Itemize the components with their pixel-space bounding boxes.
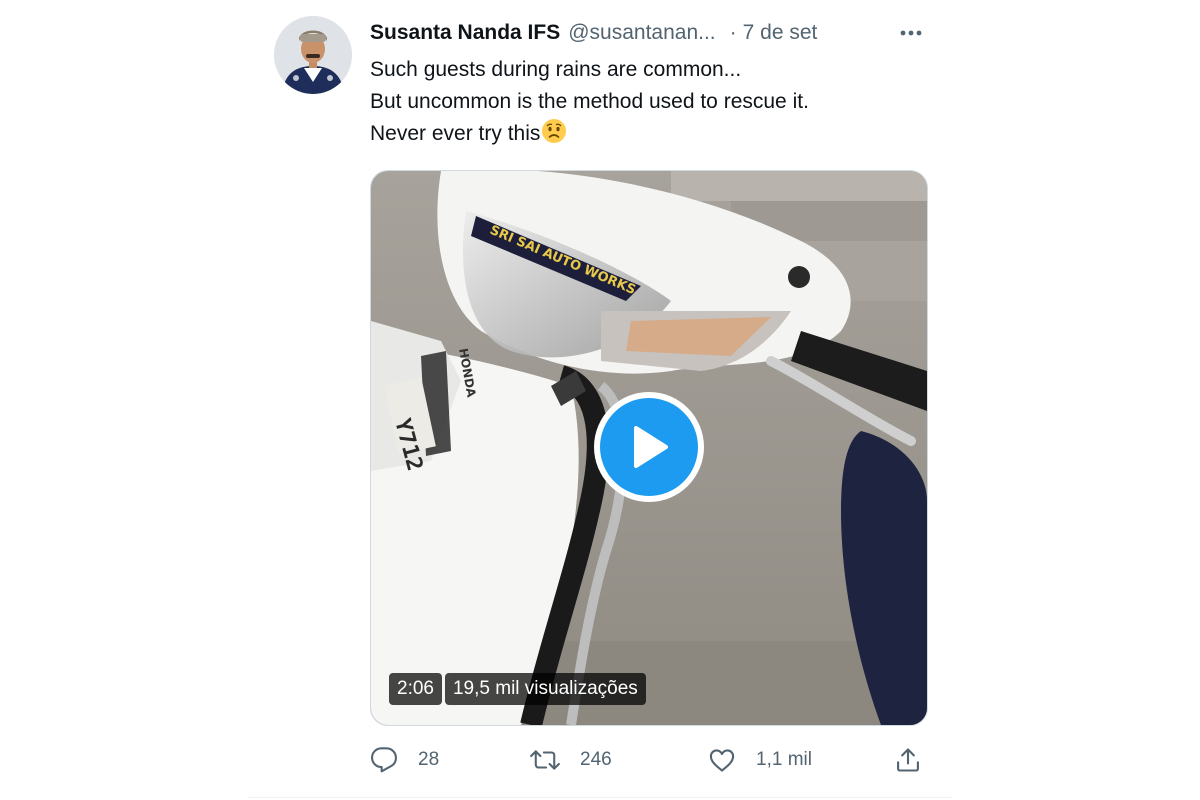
tweet[interactable]: Susanta Nanda IFS @susantanan... · 7 de … <box>248 0 952 798</box>
tweet-text: Such guests during rains are common... B… <box>370 54 930 154</box>
tweet-text-line: Such guests during rains are common... <box>370 58 742 81</box>
like-icon <box>708 746 736 774</box>
worried-face-emoji <box>541 118 567 154</box>
avatar[interactable] <box>274 16 352 94</box>
like-button[interactable]: 1,1 mil <box>708 742 812 778</box>
tweet-header: Susanta Nanda IFS @susantanan... · 7 de … <box>370 18 930 48</box>
video-player[interactable]: SRI SAI AUTO WORKS Y712 HONDA 2:06 19,5 … <box>370 170 928 726</box>
play-button[interactable] <box>594 392 704 502</box>
like-count: 1,1 mil <box>756 749 812 770</box>
video-badges: 2:06 19,5 mil visualizações <box>389 673 646 705</box>
reply-button[interactable]: 28 <box>370 742 439 778</box>
display-name[interactable]: Susanta Nanda IFS <box>370 21 560 45</box>
more-icon[interactable] <box>896 18 926 48</box>
video-views: 19,5 mil visualizações <box>444 673 646 705</box>
share-icon <box>894 746 922 774</box>
handle[interactable]: @susantanan... <box>568 21 715 45</box>
retweet-count: 246 <box>580 749 612 770</box>
retweet-icon <box>530 746 560 774</box>
play-icon <box>600 398 698 496</box>
video-duration: 2:06 <box>389 673 442 705</box>
tweet-text-line: But uncommon is the method used to rescu… <box>370 90 809 113</box>
tweet-date[interactable]: 7 de set <box>743 21 818 45</box>
reply-icon <box>370 746 398 774</box>
reply-count: 28 <box>418 749 440 770</box>
retweet-button[interactable]: 246 <box>530 742 612 778</box>
separator-dot: · <box>729 21 737 44</box>
tweet-actions: 28 246 1,1 mil <box>370 742 930 778</box>
tweet-text-line: Never ever try this <box>370 122 541 145</box>
share-button[interactable] <box>894 742 922 778</box>
